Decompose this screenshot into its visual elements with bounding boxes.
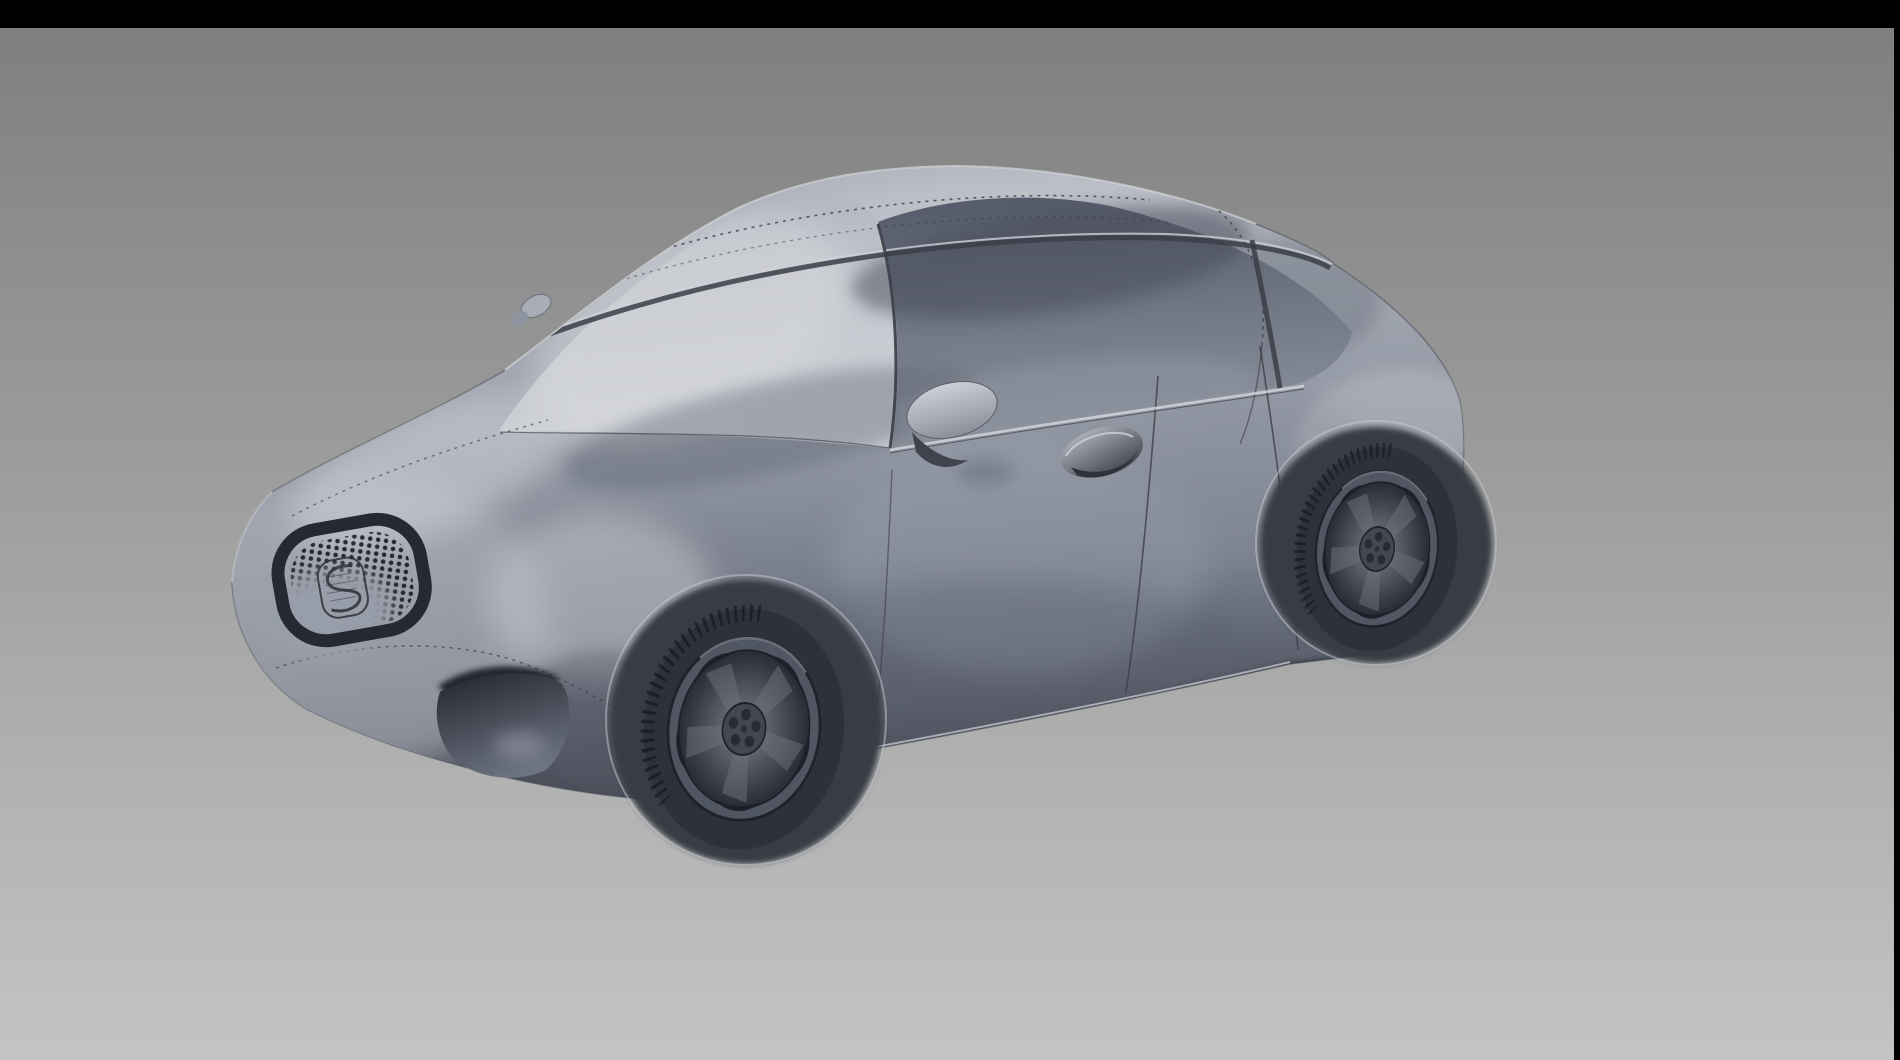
cowl-sensor-bump <box>507 290 555 330</box>
mirror-shadow <box>955 459 1015 485</box>
top-black-bar <box>0 0 1900 28</box>
car-model[interactable] <box>0 0 1900 1060</box>
cad-window <box>0 0 1900 1060</box>
viewport-3d[interactable] <box>0 28 1894 1060</box>
concept-car[interactable] <box>170 147 1496 865</box>
right-black-strip <box>1894 0 1900 1060</box>
